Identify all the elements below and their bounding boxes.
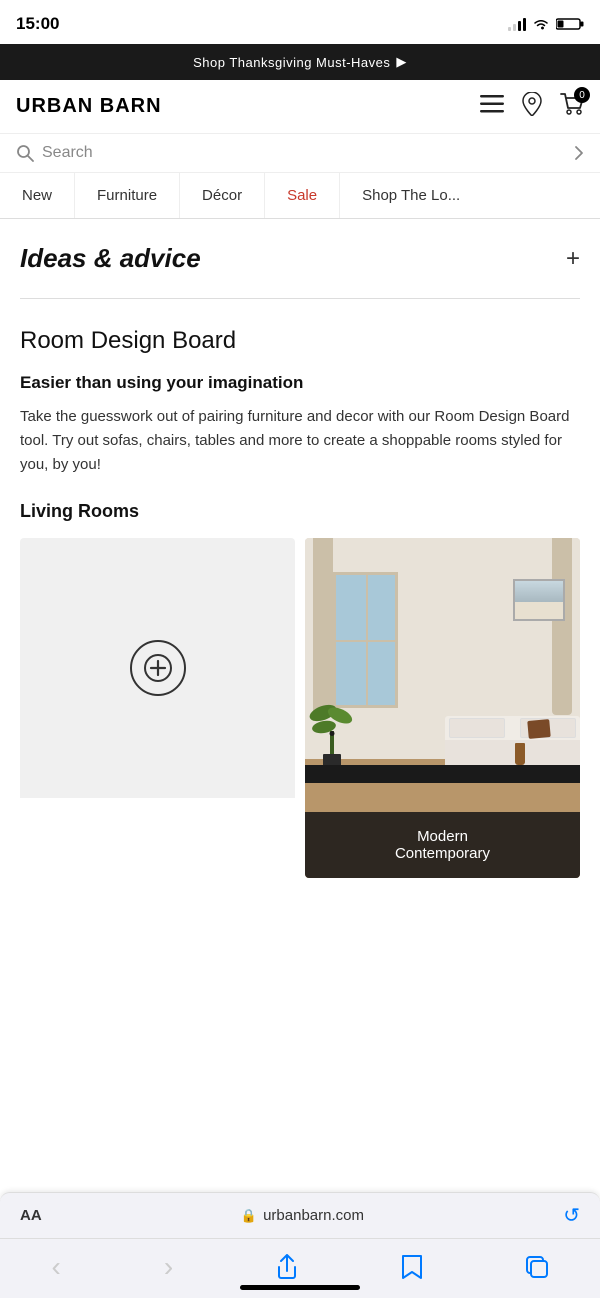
- nav-tab-decor[interactable]: Décor: [180, 173, 265, 218]
- curtain-right: [552, 538, 572, 715]
- location-icon[interactable]: [522, 92, 542, 121]
- search-bar[interactable]: Search: [0, 134, 600, 173]
- header: URBAN BARN 0: [0, 80, 600, 134]
- room-design-subtitle: Easier than using your imagination: [20, 373, 580, 393]
- home-indicator: [240, 1285, 360, 1290]
- add-room-card[interactable]: [20, 538, 295, 878]
- window: [333, 572, 398, 708]
- room-design-section: Room Design Board Easier than using your…: [0, 299, 600, 898]
- search-placeholder: Search: [42, 144, 93, 162]
- room-cards-grid: ModernContemporary: [20, 538, 580, 878]
- lock-icon: 🔒: [241, 1208, 257, 1224]
- wifi-icon: [532, 17, 550, 31]
- url-display: 🔒 urbanbarn.com: [241, 1207, 364, 1224]
- coffee-table: [305, 765, 580, 783]
- announcement-arrow: ▶: [396, 54, 407, 70]
- modern-contemporary-card[interactable]: ModernContemporary: [305, 538, 580, 878]
- ideas-advice-title: Ideas & advice: [20, 243, 201, 274]
- status-time: 15:00: [16, 14, 59, 34]
- main-content: Ideas & advice + Room Design Board Easie…: [0, 219, 600, 898]
- add-room-icon: [130, 640, 186, 696]
- battery-icon: [556, 17, 584, 31]
- font-size-control[interactable]: AA: [20, 1207, 42, 1224]
- search-left: Search: [16, 144, 93, 162]
- signal-icon: [508, 17, 526, 31]
- nav-tab-shop-the-look[interactable]: Shop The Lo...: [340, 173, 482, 218]
- announcement-banner[interactable]: Shop Thanksgiving Must-Haves ▶: [0, 44, 600, 80]
- forward-button[interactable]: ›: [164, 1251, 173, 1283]
- ideas-advice-section: Ideas & advice +: [0, 219, 600, 298]
- tabs-button[interactable]: [526, 1256, 548, 1278]
- logo[interactable]: URBAN BARN: [16, 95, 162, 118]
- room-card-caption-text: ModernContemporary: [395, 828, 490, 862]
- nav-tab-furniture[interactable]: Furniture: [75, 173, 180, 218]
- nav-tabs: New Furniture Décor Sale Shop The Lo...: [0, 173, 600, 219]
- back-button[interactable]: ‹: [52, 1251, 61, 1283]
- menu-icon[interactable]: [480, 95, 504, 118]
- url-text[interactable]: urbanbarn.com: [263, 1207, 364, 1224]
- ideas-toggle-button[interactable]: +: [566, 245, 580, 273]
- announcement-text: Shop Thanksgiving Must-Haves: [193, 55, 390, 70]
- nav-tab-new[interactable]: New: [0, 173, 75, 218]
- browser-address-bar: AA 🔒 urbanbarn.com ↺: [0, 1192, 600, 1238]
- header-icons: 0: [480, 92, 584, 121]
- bookmarks-button[interactable]: [401, 1254, 423, 1280]
- nav-tab-sale[interactable]: Sale: [265, 173, 340, 218]
- living-rooms-label: Living Rooms: [20, 501, 580, 522]
- room-design-description: Take the guesswork out of pairing furnit…: [20, 405, 580, 477]
- sofa: [445, 716, 580, 766]
- room-design-title: Room Design Board: [20, 327, 580, 355]
- reload-icon[interactable]: ↺: [563, 1203, 580, 1228]
- curtain-left: [313, 538, 333, 715]
- status-icons: [508, 17, 584, 31]
- search-chevron-icon: [574, 145, 584, 161]
- artwork-frame: [513, 579, 565, 621]
- cart-icon[interactable]: 0: [560, 93, 584, 120]
- room-card-empty-bg: [20, 538, 295, 798]
- status-bar: 15:00: [0, 0, 600, 44]
- cart-badge: 0: [574, 87, 590, 103]
- room-card-caption: ModernContemporary: [305, 812, 580, 878]
- search-icon: [16, 144, 34, 162]
- plant-container: [317, 701, 347, 766]
- share-button[interactable]: [276, 1254, 298, 1280]
